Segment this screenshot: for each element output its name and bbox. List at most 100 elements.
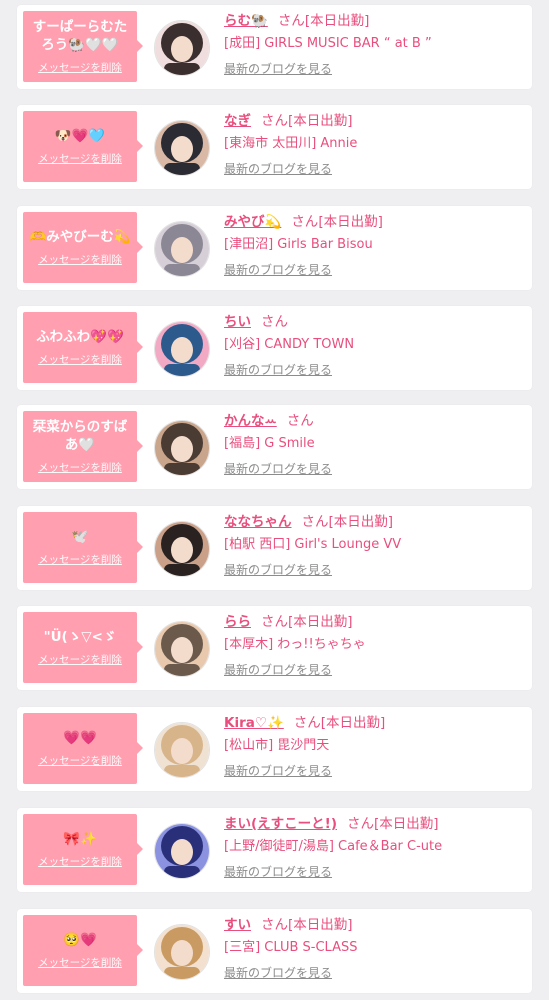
latest-blog-link[interactable]: 最新のブログを見る	[224, 965, 524, 981]
latest-blog-link[interactable]: 最新のブログを見る	[224, 763, 524, 779]
message-bubble: すーぱーらむたろう🐏🤍🤍 メッセージを削除	[23, 11, 143, 82]
latest-blog-link[interactable]: 最新のブログを見る	[224, 562, 524, 578]
latest-blog-link[interactable]: 最新のブログを見る	[224, 662, 524, 678]
cast-name-link[interactable]: らむ🐏	[224, 13, 268, 29]
favorite-card: 🥺💗 メッセージを削除 すい さん[本日出勤] [三宮] CLUB S-CLASS…	[17, 909, 532, 993]
favorite-card: "Ü(ゝ▽<ゞ メッセージを削除 らら さん[本日出勤] [本厚木] わっ!!ちゃ…	[17, 606, 532, 690]
cast-name-link[interactable]: なぎ	[224, 113, 251, 129]
delete-message-link[interactable]: メッセージを削除	[38, 955, 122, 970]
shop-name: [刈谷] CANDY TOWN	[224, 337, 355, 352]
status-badge: [本日出勤]	[318, 214, 383, 230]
latest-blog-link[interactable]: 最新のブログを見る	[224, 864, 524, 880]
latest-blog-link[interactable]: 最新のブログを見る	[224, 161, 524, 177]
shop-name: [上野/御徒町/湯島] Cafe＆Bar C-ute	[224, 839, 443, 854]
avatar[interactable]	[154, 722, 210, 778]
favorites-list: すーぱーらむたろう🐏🤍🤍 メッセージを削除 らむ🐏 さん[本日出勤] [成田] G…	[0, 0, 549, 1000]
message-bubble: "Ü(ゝ▽<ゞ メッセージを削除	[23, 612, 143, 683]
honorific: さん	[301, 514, 329, 530]
avatar-photo	[155, 222, 209, 276]
shop-name: [三宮] CLUB S-CLASS	[224, 940, 358, 955]
delete-message-link[interactable]: メッセージを削除	[38, 252, 122, 267]
cast-info: ちい さん [刈谷] CANDY TOWN 最新のブログを見る	[224, 312, 524, 378]
message-text: すーぱーらむたろう🐏🤍🤍	[32, 19, 128, 53]
cast-name-link[interactable]: Kira♡✨	[224, 715, 284, 731]
cast-info: らむ🐏 さん[本日出勤] [成田] GIRLS MUSIC BAR “ at B …	[224, 11, 524, 77]
cast-info: ななちゃん さん[本日出勤] [柏駅 西口] Girl's Lounge VV 最…	[224, 512, 524, 578]
status-badge: [本日出勤]	[288, 614, 353, 630]
status-badge: [本日出勤]	[320, 715, 386, 731]
avatar[interactable]	[154, 120, 210, 176]
status-badge: [本日出勤]	[328, 514, 394, 530]
latest-blog-link[interactable]: 最新のブログを見る	[224, 461, 524, 477]
message-text: 🎀✨	[63, 831, 97, 847]
avatar[interactable]	[154, 420, 210, 476]
delete-message-link[interactable]: メッセージを削除	[38, 753, 122, 768]
favorite-card: すーぱーらむたろう🐏🤍🤍 メッセージを削除 らむ🐏 さん[本日出勤] [成田] G…	[17, 5, 532, 89]
latest-blog-link[interactable]: 最新のブログを見る	[224, 262, 524, 278]
message-bubble: ふわふわ💖💖 メッセージを削除	[23, 312, 143, 383]
status-badge: [本日出勤]	[374, 816, 439, 832]
honorific: さん	[261, 917, 288, 933]
message-bubble: 🎀✨ メッセージを削除	[23, 814, 143, 885]
message-text: ふわふわ💖💖	[36, 329, 124, 345]
cast-name-link[interactable]: すい	[224, 917, 251, 933]
favorite-card: 🕊️ メッセージを削除 ななちゃん さん[本日出勤] [柏駅 西口] Girl's…	[17, 506, 532, 590]
avatar-photo	[155, 522, 209, 576]
delete-message-link[interactable]: メッセージを削除	[38, 854, 122, 869]
honorific: さん	[261, 614, 288, 630]
favorite-card: 🫶みやびーむ💫 メッセージを削除 みやび💫 さん[本日出勤] [津田沼] Girl…	[17, 206, 532, 290]
message-text: "Ü(ゝ▽<ゞ	[43, 629, 117, 645]
delete-message-link[interactable]: メッセージを削除	[38, 652, 122, 667]
honorific: さん	[347, 816, 374, 832]
avatar[interactable]	[154, 20, 210, 76]
delete-message-link[interactable]: メッセージを削除	[38, 460, 122, 475]
avatar-photo	[155, 121, 209, 175]
cast-info: すい さん[本日出勤] [三宮] CLUB S-CLASS 最新のブログを見る	[224, 915, 524, 981]
avatar[interactable]	[154, 924, 210, 980]
cast-name-link[interactable]: みやび💫	[224, 214, 281, 230]
message-bubble: 🐶💗🩵 メッセージを削除	[23, 111, 143, 182]
cast-info: みやび💫 さん[本日出勤] [津田沼] Girls Bar Bisou 最新のブロ…	[224, 212, 524, 278]
cast-name-link[interactable]: かんなꕀ	[224, 413, 277, 429]
avatar[interactable]	[154, 621, 210, 677]
avatar-photo	[155, 322, 209, 376]
message-text: 🥺💗	[63, 932, 97, 948]
cast-name-link[interactable]: らら	[224, 614, 251, 630]
cast-info: Kira♡✨ さん[本日出勤] [松山市] 毘沙門天 最新のブログを見る	[224, 713, 524, 779]
avatar[interactable]	[154, 221, 210, 277]
message-bubble: 🥺💗 メッセージを削除	[23, 915, 143, 986]
favorite-card: 💗💗 メッセージを削除 Kira♡✨ さん[本日出勤] [松山市] 毘沙門天 最新…	[17, 707, 532, 791]
delete-message-link[interactable]: メッセージを削除	[38, 60, 122, 75]
cast-info: かんなꕀ さん [福島] G Smile 最新のブログを見る	[224, 411, 524, 477]
avatar-photo	[155, 21, 209, 75]
honorific: さん	[293, 715, 321, 731]
avatar[interactable]	[154, 321, 210, 377]
avatar-photo	[155, 723, 209, 777]
cast-info: らら さん[本日出勤] [本厚木] わっ!!ちゃちゃ 最新のブログを見る	[224, 612, 524, 678]
shop-name: [本厚木] わっ!!ちゃちゃ	[224, 637, 366, 652]
avatar[interactable]	[154, 823, 210, 879]
latest-blog-link[interactable]: 最新のブログを見る	[224, 61, 524, 77]
avatar[interactable]	[154, 521, 210, 577]
delete-message-link[interactable]: メッセージを削除	[38, 151, 122, 166]
shop-name: [成田] GIRLS MUSIC BAR “ at B ”	[224, 36, 432, 51]
cast-name-link[interactable]: ちい	[224, 314, 251, 330]
avatar-photo	[155, 925, 209, 979]
delete-message-link[interactable]: メッセージを削除	[38, 352, 122, 367]
status-badge: [本日出勤]	[304, 13, 370, 29]
latest-blog-link[interactable]: 最新のブログを見る	[224, 362, 524, 378]
cast-name-link[interactable]: まい(えすこーと!)	[224, 816, 337, 832]
honorific: さん	[286, 413, 314, 429]
avatar-photo	[155, 421, 209, 475]
favorite-card: 🐶💗🩵 メッセージを削除 なぎ さん[本日出勤] [東海市 太田川] Annie …	[17, 105, 532, 189]
cast-name-link[interactable]: ななちゃん	[224, 514, 292, 530]
delete-message-link[interactable]: メッセージを削除	[38, 552, 122, 567]
shop-name: [福島] G Smile	[224, 436, 315, 451]
message-bubble: 🕊️ メッセージを削除	[23, 512, 143, 583]
shop-name: [東海市 太田川] Annie	[224, 136, 358, 151]
status-badge: [本日出勤]	[288, 917, 353, 933]
honorific: さん	[277, 13, 305, 29]
shop-name: [津田沼] Girls Bar Bisou	[224, 237, 373, 252]
message-bubble: 栞菜からのすばあ🤍 メッセージを削除	[23, 411, 143, 482]
message-text: 🕊️	[71, 529, 89, 545]
